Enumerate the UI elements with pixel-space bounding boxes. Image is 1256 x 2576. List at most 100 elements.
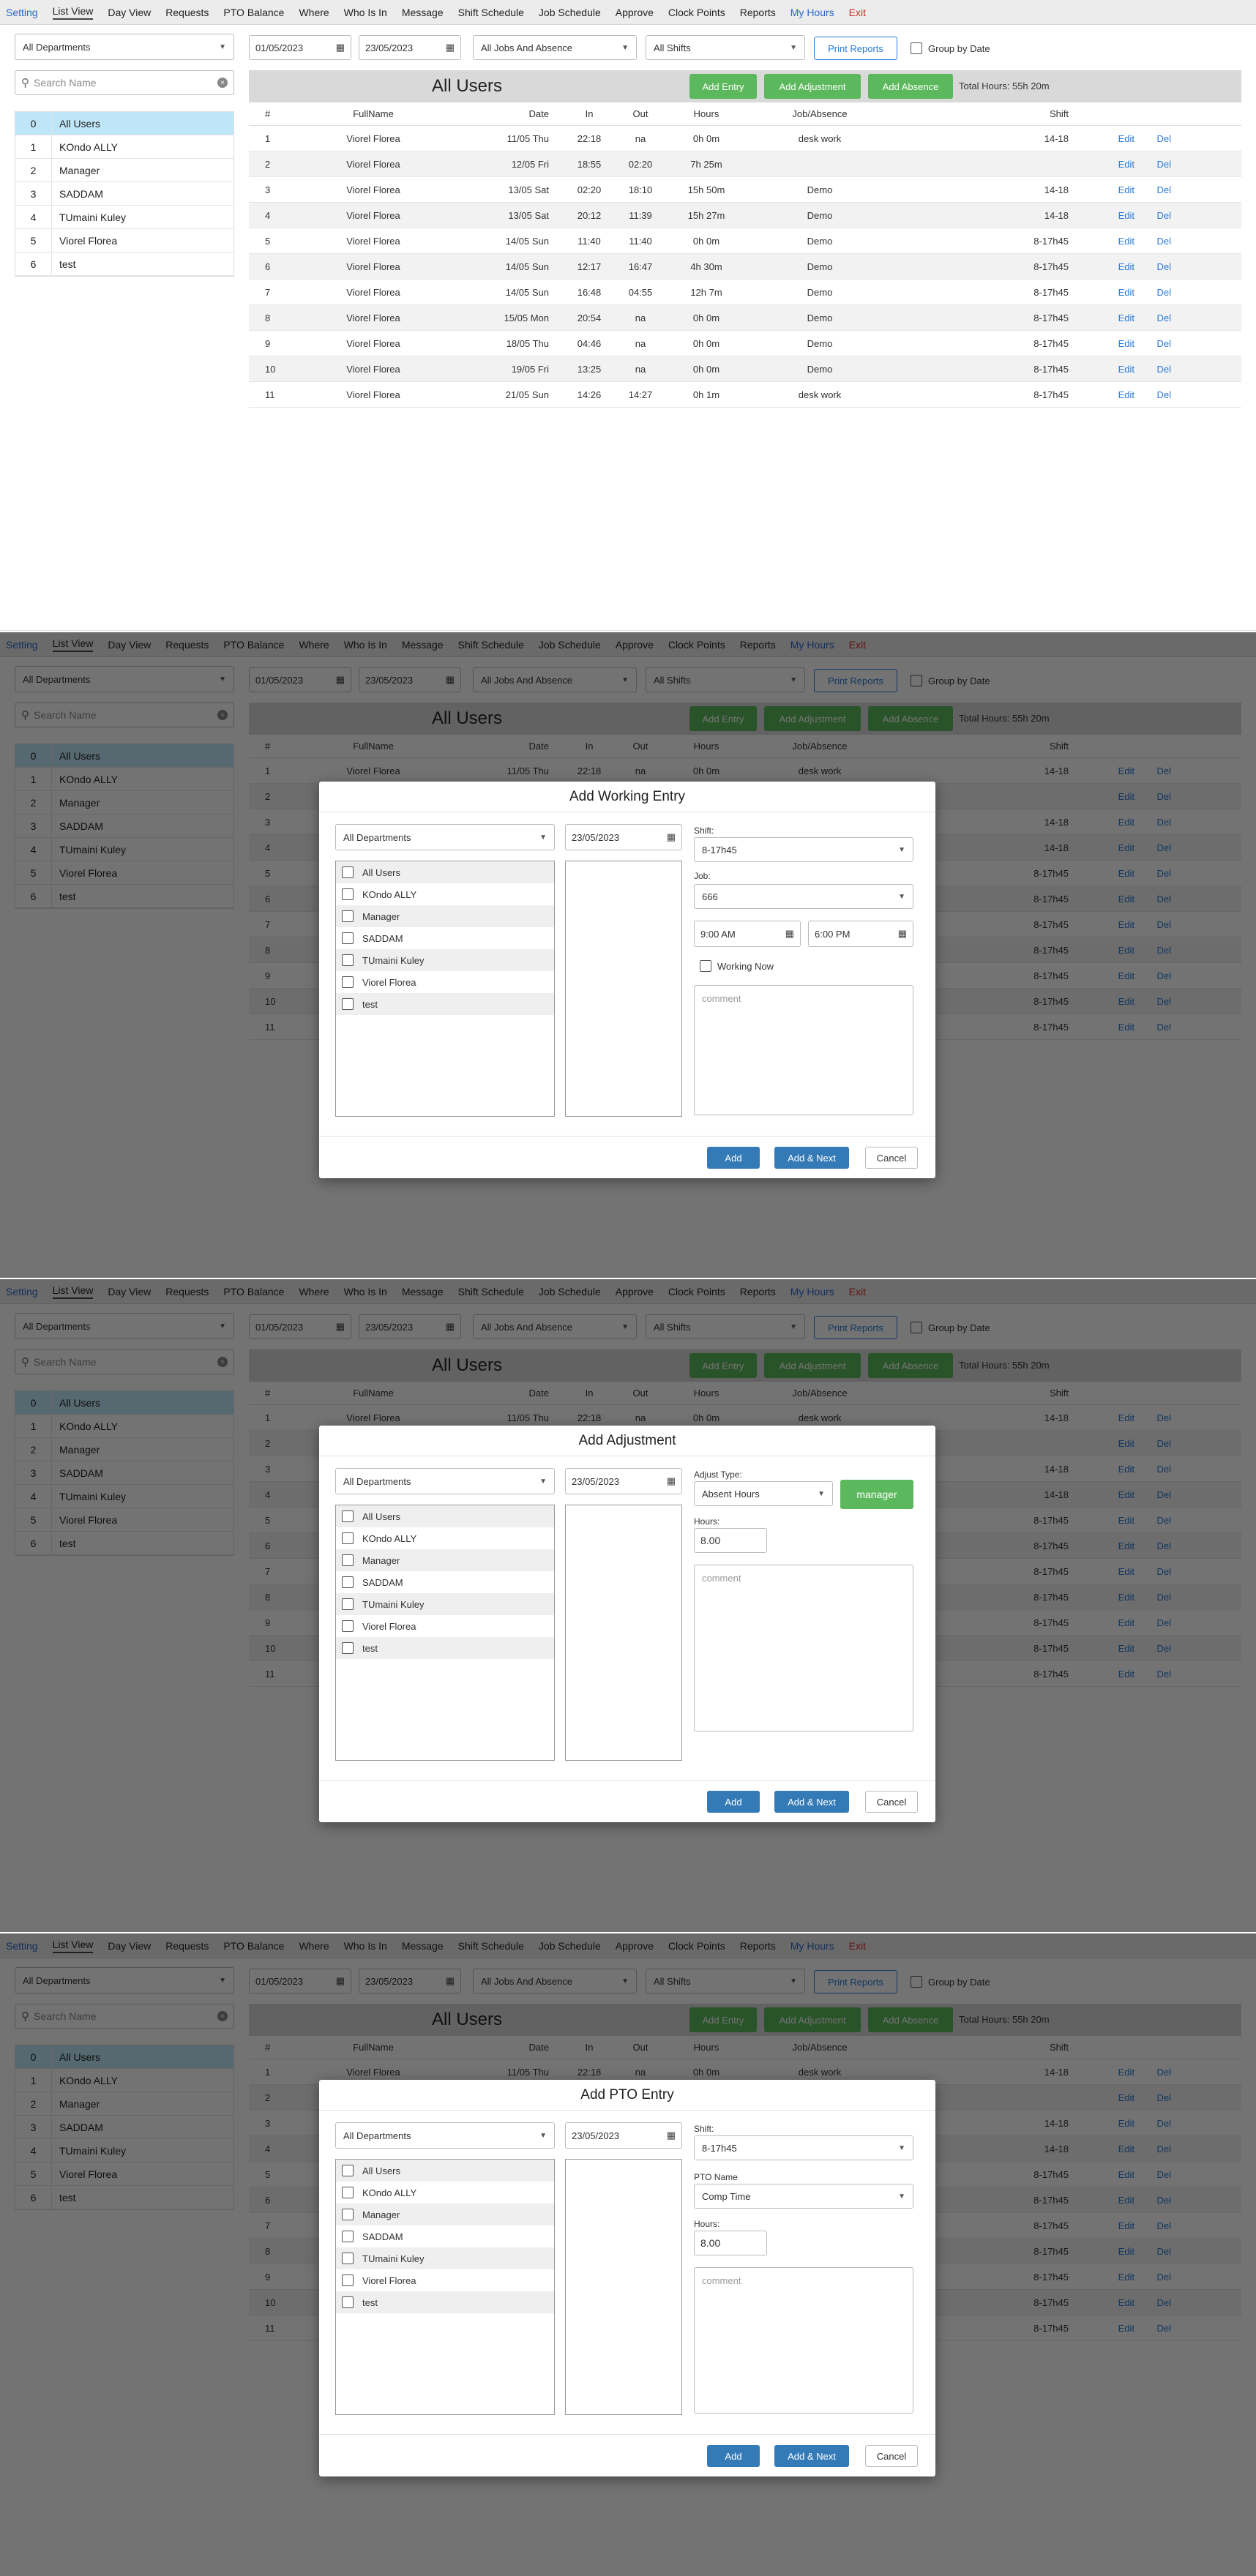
add-next-button[interactable]: Add & Next <box>774 1791 849 1813</box>
edit-link[interactable]: Edit <box>1083 312 1134 323</box>
modal-user-option[interactable]: Manager <box>336 1549 554 1571</box>
checkbox-icon[interactable] <box>342 976 354 988</box>
delete-link[interactable]: Del <box>1134 287 1171 298</box>
nav-item-job-schedule[interactable]: Job Schedule <box>539 7 601 18</box>
comment-textarea[interactable]: comment <box>694 2267 913 2414</box>
edit-link[interactable]: Edit <box>1083 364 1134 375</box>
comment-textarea[interactable]: comment <box>694 1565 913 1731</box>
nav-item-where[interactable]: Where <box>299 7 329 18</box>
delete-link[interactable]: Del <box>1134 261 1171 272</box>
modal-user-option[interactable]: KOndo ALLY <box>336 2182 554 2204</box>
shift-select[interactable]: 8-17h45 ▼ <box>694 2135 913 2160</box>
adjust-type-select[interactable]: Absent Hours ▼ <box>694 1481 833 1506</box>
checkbox-icon[interactable] <box>342 998 354 1010</box>
cancel-button[interactable]: Cancel <box>865 1791 918 1813</box>
modal-user-option[interactable]: test <box>336 993 554 1015</box>
modal-user-option[interactable]: Viorel Florea <box>336 971 554 993</box>
jobs-select[interactable]: All Jobs And Absence ▼ <box>473 35 637 60</box>
checkbox-icon[interactable] <box>342 1510 354 1522</box>
time-from-input[interactable]: 9:00 AM ▦ <box>694 921 801 947</box>
modal-user-option[interactable]: Manager <box>336 905 554 927</box>
shifts-select[interactable]: All Shifts ▼ <box>646 35 805 60</box>
delete-link[interactable]: Del <box>1134 184 1171 195</box>
edit-link[interactable]: Edit <box>1083 159 1134 170</box>
delete-link[interactable]: Del <box>1134 159 1171 170</box>
edit-link[interactable]: Edit <box>1083 236 1134 247</box>
working-now-checkbox[interactable]: Working Now <box>700 960 774 972</box>
edit-link[interactable]: Edit <box>1083 133 1134 144</box>
edit-link[interactable]: Edit <box>1083 184 1134 195</box>
edit-link[interactable]: Edit <box>1083 389 1134 400</box>
delete-link[interactable]: Del <box>1134 389 1171 400</box>
modal-user-option[interactable]: SADDAM <box>336 1571 554 1593</box>
checkbox-icon[interactable] <box>342 2209 354 2220</box>
nav-item-approve[interactable]: Approve <box>616 7 654 18</box>
edit-link[interactable]: Edit <box>1083 261 1134 272</box>
add-entry-button[interactable]: Add Entry <box>689 74 757 99</box>
edit-link[interactable]: Edit <box>1083 338 1134 349</box>
modal-user-option[interactable]: All Users <box>336 2160 554 2182</box>
user-list-item[interactable]: 1 KOndo ALLY <box>15 135 233 159</box>
modal-user-option[interactable]: Manager <box>336 2204 554 2225</box>
job-select[interactable]: 666 ▼ <box>694 884 913 909</box>
nav-item-pto-balance[interactable]: PTO Balance <box>223 7 284 18</box>
add-button[interactable]: Add <box>707 2445 760 2467</box>
cancel-button[interactable]: Cancel <box>865 1147 918 1169</box>
group-by-date-checkbox[interactable]: Group by Date <box>911 42 990 54</box>
date-to-input[interactable]: 23/05/2023 ▦ <box>359 35 461 60</box>
modal-department-select[interactable]: All Departments ▼ <box>335 2122 555 2149</box>
date-from-input[interactable]: 01/05/2023 ▦ <box>249 35 351 60</box>
checkbox-icon[interactable] <box>342 910 354 922</box>
add-next-button[interactable]: Add & Next <box>774 1147 849 1169</box>
delete-link[interactable]: Del <box>1134 133 1171 144</box>
add-absence-button[interactable]: Add Absence <box>868 74 953 99</box>
add-button[interactable]: Add <box>707 1147 760 1169</box>
delete-link[interactable]: Del <box>1134 210 1171 221</box>
time-to-input[interactable]: 6:00 PM ▦ <box>808 921 913 947</box>
modal-date-input[interactable]: 23/05/2023 ▦ <box>565 2122 682 2149</box>
edit-link[interactable]: Edit <box>1083 287 1134 298</box>
nav-item-day-view[interactable]: Day View <box>108 7 151 18</box>
user-list-item[interactable]: 2 Manager <box>15 159 233 182</box>
checkbox-icon[interactable] <box>342 888 354 900</box>
checkbox-icon[interactable] <box>342 1620 354 1632</box>
nav-item-reports[interactable]: Reports <box>740 7 776 18</box>
department-select[interactable]: All Departments ▼ <box>15 34 234 60</box>
modal-user-option[interactable]: TUmaini Kuley <box>336 949 554 971</box>
modal-user-option[interactable]: test <box>336 2291 554 2313</box>
modal-user-option[interactable]: Viorel Florea <box>336 2269 554 2291</box>
hours-input[interactable]: 8.00 <box>694 2231 767 2255</box>
modal-user-option[interactable]: TUmaini Kuley <box>336 1593 554 1615</box>
checkbox-icon[interactable] <box>342 2296 354 2308</box>
checkbox-icon[interactable] <box>342 2187 354 2198</box>
user-list-item[interactable]: 6 test <box>15 252 233 276</box>
comment-textarea[interactable]: comment <box>694 985 913 1115</box>
search-name-input[interactable]: ⚲ Search Name × <box>15 70 234 95</box>
clear-icon[interactable]: × <box>217 78 228 88</box>
modal-user-option[interactable]: SADDAM <box>336 2225 554 2247</box>
checkbox-icon[interactable] <box>342 2165 354 2176</box>
modal-user-option[interactable]: All Users <box>336 861 554 883</box>
checkbox-icon[interactable] <box>342 1532 354 1544</box>
nav-item-clock-points[interactable]: Clock Points <box>668 7 725 18</box>
user-list-item[interactable]: 4 TUmaini Kuley <box>15 206 233 229</box>
checkbox-icon[interactable] <box>342 1598 354 1610</box>
nav-item-who-is-in[interactable]: Who Is In <box>344 7 387 18</box>
nav-item-message[interactable]: Message <box>402 7 444 18</box>
checkbox-icon[interactable] <box>342 932 354 944</box>
modal-department-select[interactable]: All Departments ▼ <box>335 824 555 850</box>
manager-button[interactable]: manager <box>840 1480 913 1509</box>
user-list-item[interactable]: 0 All Users <box>15 112 233 135</box>
modal-user-option[interactable]: Viorel Florea <box>336 1615 554 1637</box>
delete-link[interactable]: Del <box>1134 364 1171 375</box>
cancel-button[interactable]: Cancel <box>865 2445 918 2467</box>
modal-date-input[interactable]: 23/05/2023 ▦ <box>565 1468 682 1494</box>
add-button[interactable]: Add <box>707 1791 760 1813</box>
nav-item-exit[interactable]: Exit <box>849 7 866 18</box>
nav-item-shift-schedule[interactable]: Shift Schedule <box>458 7 524 18</box>
hours-input[interactable]: 8.00 <box>694 1528 767 1553</box>
checkbox-icon[interactable] <box>342 954 354 966</box>
print-reports-button[interactable]: Print Reports <box>814 37 897 60</box>
modal-date-input[interactable]: 23/05/2023 ▦ <box>565 824 682 850</box>
delete-link[interactable]: Del <box>1134 236 1171 247</box>
